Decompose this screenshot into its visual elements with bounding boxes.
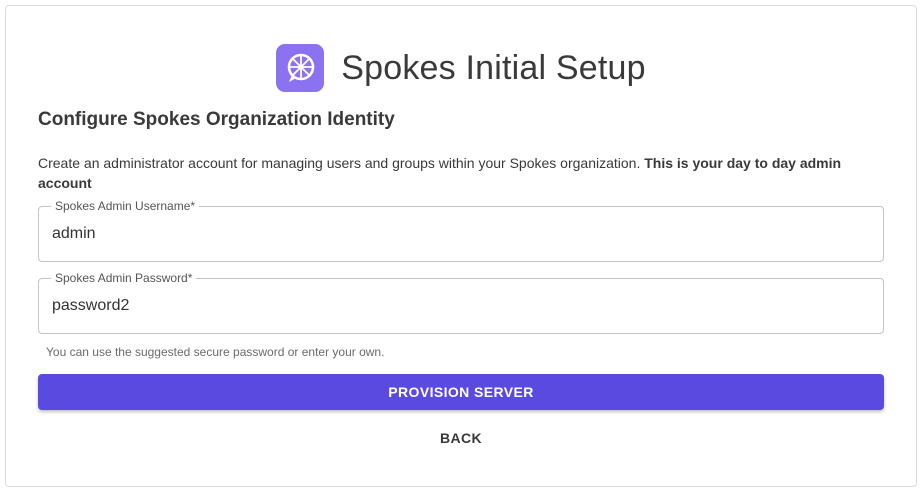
app-header: Spokes Initial Setup: [6, 43, 916, 93]
app-title: Spokes Initial Setup: [341, 48, 646, 87]
spoked-wheel-chat-icon: [276, 44, 325, 92]
password-input[interactable]: [52, 279, 872, 333]
username-input[interactable]: [52, 207, 872, 261]
setup-card: Spokes Initial Setup Configure Spokes Or…: [5, 5, 917, 487]
section-title: Configure Spokes Organization Identity: [38, 109, 395, 130]
username-field[interactable]: Spokes Admin Username*: [38, 199, 884, 262]
description-text: Create an administrator account for mana…: [38, 155, 641, 171]
password-helper-text: You can use the suggested secure passwor…: [46, 345, 385, 359]
password-field[interactable]: Spokes Admin Password*: [38, 271, 884, 334]
section-description: Create an administrator account for mana…: [38, 153, 878, 193]
provision-server-button[interactable]: PROVISION SERVER: [38, 374, 884, 410]
back-button[interactable]: BACK: [425, 422, 497, 454]
